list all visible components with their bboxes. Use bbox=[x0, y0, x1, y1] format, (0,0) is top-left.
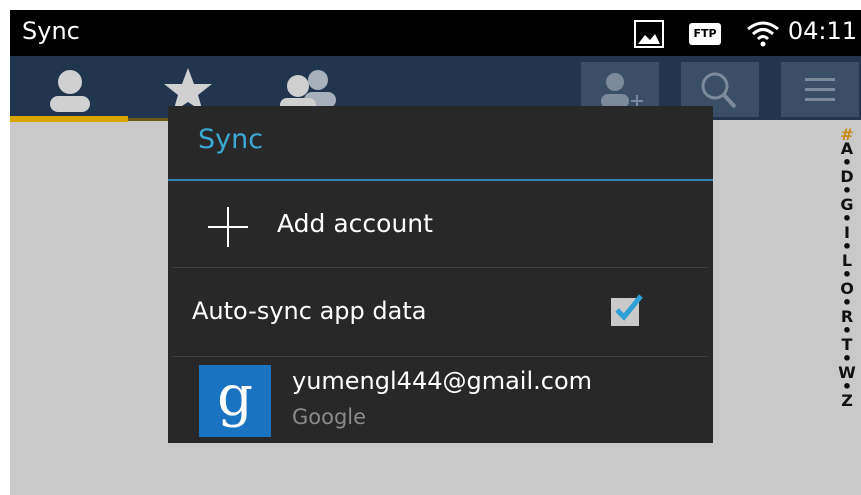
auto-sync-item[interactable]: Auto-sync app data bbox=[168, 268, 713, 356]
add-account-item[interactable]: Add account bbox=[168, 181, 713, 267]
wifi-icon bbox=[747, 21, 779, 47]
gallery-icon bbox=[634, 20, 664, 48]
google-account-item[interactable]: g yumengl444@gmail.com Google bbox=[168, 357, 713, 443]
alpha-index-item[interactable]: Z bbox=[837, 393, 857, 409]
status-bar-time: 04:11 bbox=[787, 17, 857, 45]
google-logo-icon: g bbox=[199, 365, 271, 437]
menu-icon bbox=[805, 78, 835, 101]
add-account-label: Add account bbox=[277, 209, 433, 238]
ftp-icon: FTP bbox=[689, 23, 721, 45]
account-type: Google bbox=[292, 405, 367, 429]
status-bar-title: Sync bbox=[22, 17, 80, 45]
account-email: yumengl444@gmail.com bbox=[292, 367, 593, 395]
status-bar: Sync FTP 04:11 bbox=[10, 10, 861, 56]
phone-screen: Sync FTP 04:11 # A • D • G • I • L • O •… bbox=[10, 10, 861, 495]
auto-sync-label: Auto-sync app data bbox=[192, 297, 427, 325]
alphabet-index-scroller[interactable]: # A • D • G • I • L • O • R • T • W • Z bbox=[837, 127, 857, 409]
selected-tab-indicator bbox=[10, 116, 128, 122]
contacts-tab-icon[interactable] bbox=[40, 64, 100, 114]
auto-sync-checkbox[interactable] bbox=[611, 294, 643, 326]
tab-strip bbox=[128, 118, 168, 121]
dialog-title: Sync bbox=[198, 124, 264, 155]
plus-icon bbox=[208, 207, 248, 247]
checkmark-icon bbox=[615, 294, 643, 321]
sync-dialog: Sync Add account Auto-sync app data g yu… bbox=[168, 106, 713, 443]
overflow-menu-button[interactable] bbox=[781, 62, 859, 117]
